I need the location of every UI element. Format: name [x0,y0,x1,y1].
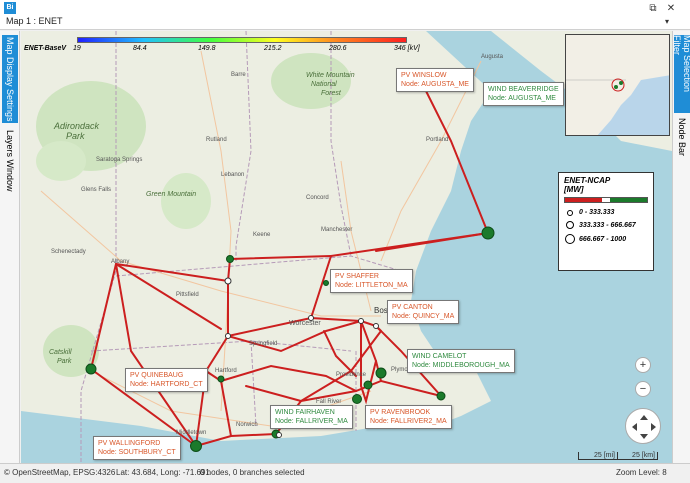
svg-text:Green Mountain: Green Mountain [146,191,196,198]
tab-node-bar[interactable]: Node Bar [674,117,690,157]
label-wind-beaverridge[interactable]: WIND BEAVERRIDGE Node: AUGUSTA_ME [483,82,564,106]
capacity-legend: ENET-NCAP [MW] 0 - 333.333 333.333 - 666… [558,172,654,271]
window-title: Map 1 : ENET [6,16,63,26]
place-adirondack: Adirondack [53,121,100,131]
svg-text:National: National [311,81,337,88]
scale-bar: 25 [mi] 25 [km] [578,452,658,460]
scale-miles: 25 [mi] [578,452,618,460]
right-sidebar: Map Selection Filter Node Bar [672,31,690,463]
colorbar-tick-2: 84.4 [133,45,147,52]
legend-item-medium: 333.333 - 666.667 [564,221,648,229]
minimap[interactable] [565,34,670,136]
dropdown-arrow-icon[interactable]: ▾ [660,16,674,28]
svg-text:Augusta: Augusta [481,54,504,60]
label-pv-winslow[interactable]: PV WINSLOW Node: AUGUSTA_ME [396,68,474,92]
scale-km: 25 [km] [618,452,658,460]
attribution-text: © OpenStreetMap, EPSG:4326 [4,468,116,477]
svg-text:Manchester: Manchester [321,227,352,233]
status-bar: © OpenStreetMap, EPSG:4326 Lat: 43.684, … [0,463,690,483]
app-icon: Bi [4,2,16,14]
zoom-in-button[interactable]: + [635,357,651,373]
svg-text:Keene: Keene [253,232,271,238]
left-sidebar: Map Display Settings Layers Window [0,31,20,463]
label-pv-shaffer[interactable]: PV SHAFFER Node: LITTLETON_MA [330,269,413,293]
svg-text:Portland: Portland [426,137,448,143]
svg-text:Park: Park [57,358,72,365]
large-circle-icon [565,234,575,244]
title-bar: Bi Map 1 : ENET ⧉ ✕ ▾ [0,0,690,30]
close-icon[interactable]: ✕ [664,3,678,15]
svg-text:Worcester: Worcester [289,320,321,327]
colorbar-tick-3: 149.8 [198,45,216,52]
colorbar-gradient [77,37,407,43]
selection-status: 0 nodes, 0 branches selected [200,468,305,477]
colorbar-title: ENET-BaseV [24,45,67,52]
svg-text:Glens Falls: Glens Falls [81,187,111,193]
legend-item-large: 666.667 - 1000 [564,234,648,244]
colorbar-tick-5: 280.6 [329,45,347,52]
tab-map-display-settings[interactable]: Map Display Settings [2,35,18,123]
svg-text:Schenectady: Schenectady [51,249,86,255]
svg-text:Pittsfield: Pittsfield [176,292,199,298]
svg-text:Rutland: Rutland [206,137,227,143]
label-wind-camelot[interactable]: WIND CAMELOT Node: MIDDLEBOROUGH_MA [407,349,515,373]
small-circle-icon [567,209,573,216]
colorbar-tick-4: 215.2 [264,45,282,52]
svg-text:Springfield: Springfield [249,341,277,347]
svg-text:Lebanon: Lebanon [221,172,244,178]
svg-text:Norwich: Norwich [236,422,258,428]
legend-bar [564,197,648,203]
zoom-out-button[interactable]: − [635,381,651,397]
svg-text:Barre: Barre [231,72,246,78]
pan-control[interactable] [625,408,661,444]
svg-text:Providence: Providence [336,372,367,378]
svg-text:Albany: Albany [111,259,129,265]
svg-text:Park: Park [66,131,85,141]
colorbar-tick-6: 346 [kV] [394,45,420,52]
label-wind-fairhaven[interactable]: WIND FAIRHAVEN Node: FALLRIVER_MA [270,405,353,429]
label-pv-wallingford[interactable]: PV WALLINGFORD Node: SOUTHBURY_CT [93,436,181,460]
tab-map-selection-filter[interactable]: Map Selection Filter [672,35,690,113]
coordinates-text: Lat: 43.684, Long: -71.691 [116,468,210,477]
legend-title: ENET-NCAP [564,176,611,185]
pan-arrows-icon [632,415,656,439]
label-pv-ravenbrook[interactable]: PV RAVENBROOK Node: FALLRIVER2_MA [365,405,452,429]
minimap-svg [566,35,669,135]
colorbar-tick-1: 19 [73,45,81,52]
map-canvas[interactable]: Adirondack Park White Mountain National … [21,31,672,463]
svg-text:White Mountain: White Mountain [306,72,355,79]
label-pv-quinebaug[interactable]: PV QUINEBAUG Node: HARTFORD_CT [125,368,208,392]
svg-text:Saratoga Springs: Saratoga Springs [96,157,142,163]
svg-text:Forest: Forest [321,90,342,97]
svg-text:Catskill: Catskill [49,349,72,356]
tab-layers-window[interactable]: Layers Window [2,127,18,195]
legend-item-small: 0 - 333.333 [564,209,648,216]
legend-unit: [MW] [564,185,584,194]
medium-circle-icon [566,221,574,229]
svg-text:Hartford: Hartford [215,368,237,374]
svg-text:Concord: Concord [306,195,329,201]
zoom-level-text: Zoom Level: 8 [616,468,667,477]
restore-icon[interactable]: ⧉ [646,3,660,15]
label-pv-canton[interactable]: PV CANTON Node: QUINCY_MA [387,300,460,324]
